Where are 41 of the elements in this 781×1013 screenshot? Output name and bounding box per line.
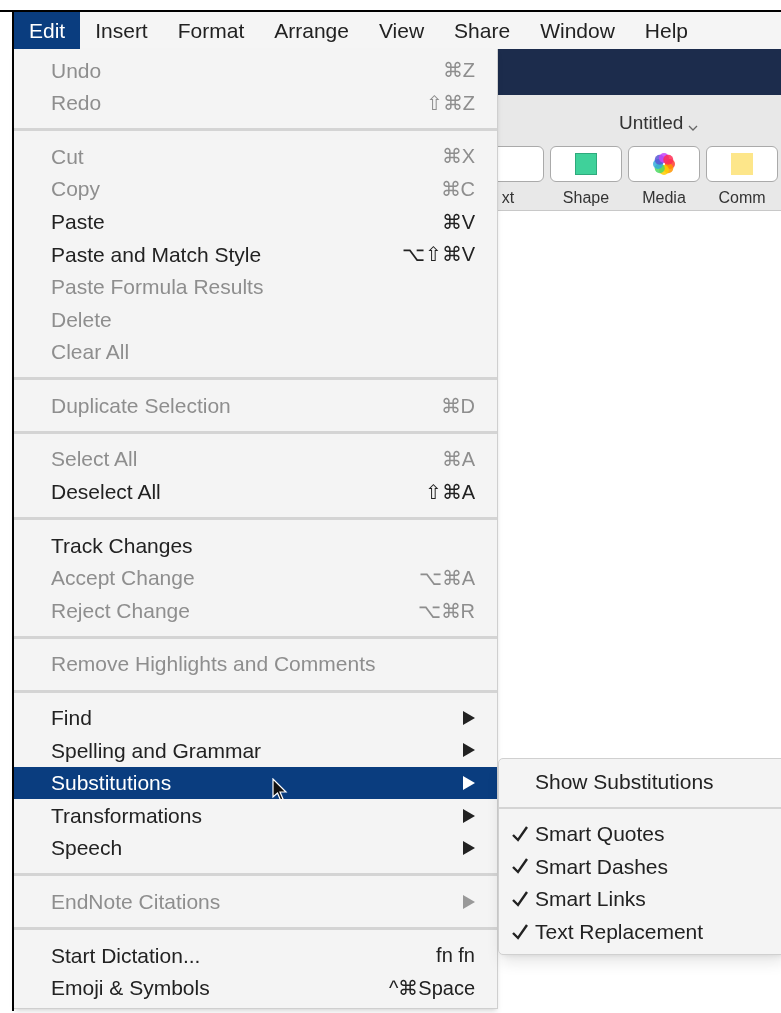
menu-item[interactable]: Speech [14,831,497,865]
menu-bar-item[interactable]: Format [162,12,260,49]
menu-item[interactable]: Paste ⌘V [14,205,497,238]
toolbar-button[interactable] [628,146,700,182]
menu-item[interactable]: Substitutions [14,766,497,800]
menu-item[interactable]: Find [14,701,497,735]
toolbar-button[interactable] [550,146,622,182]
flower-icon [651,151,677,177]
submenu-item[interactable]: Smart Quotes [499,817,781,851]
toolbar-label: Shape [562,188,610,208]
submenu-item[interactable]: Smart Dashes [499,850,781,883]
checkmark-icon [511,890,529,909]
document-title[interactable]: Untitled [619,108,684,137]
submenu-item[interactable]: Show Substitutions [499,765,781,798]
submenu-item[interactable]: Smart Links [499,882,781,916]
square-icon [575,153,597,175]
menu-item[interactable]: Track Changes [14,529,497,562]
mouse-pointer-icon [272,778,288,802]
menu-bar-item[interactable]: Window [525,12,630,49]
toolbar-label: Comm [718,188,766,208]
toolbar-label: Media [642,188,686,208]
checkmark-icon [511,824,529,843]
menu-item[interactable]: Spelling and Grammar [14,734,497,767]
chevron-down-icon [688,125,699,131]
toolbar-label: xt [501,188,515,208]
menu-bar-item[interactable]: Insert [80,12,163,49]
menu-bar-item[interactable]: View [363,12,440,49]
menu-item[interactable]: Deselect All ⇧⌘A [14,475,497,509]
menu-item[interactable]: Start Dictation... fn fn [14,939,497,972]
menu-item[interactable]: Paste and Match Style ⌥⇧⌘V [14,237,497,271]
toolbar-button[interactable] [706,146,778,182]
menu-item[interactable]: Transformations [14,799,497,832]
menu-bar-item[interactable]: Share [439,12,526,49]
menu-bar-item[interactable]: Arrange [259,12,364,49]
checkmark-icon [511,857,529,876]
menu-bar-item[interactable]: Edit [14,12,81,49]
checkmark-icon [511,922,529,941]
menu-bar-item[interactable]: Help [629,12,704,49]
submenu-item[interactable]: Text Replacement [499,915,781,948]
menu-item[interactable]: Emoji & Symbols ^⌘Space [14,971,497,1005]
note-icon [731,153,753,175]
